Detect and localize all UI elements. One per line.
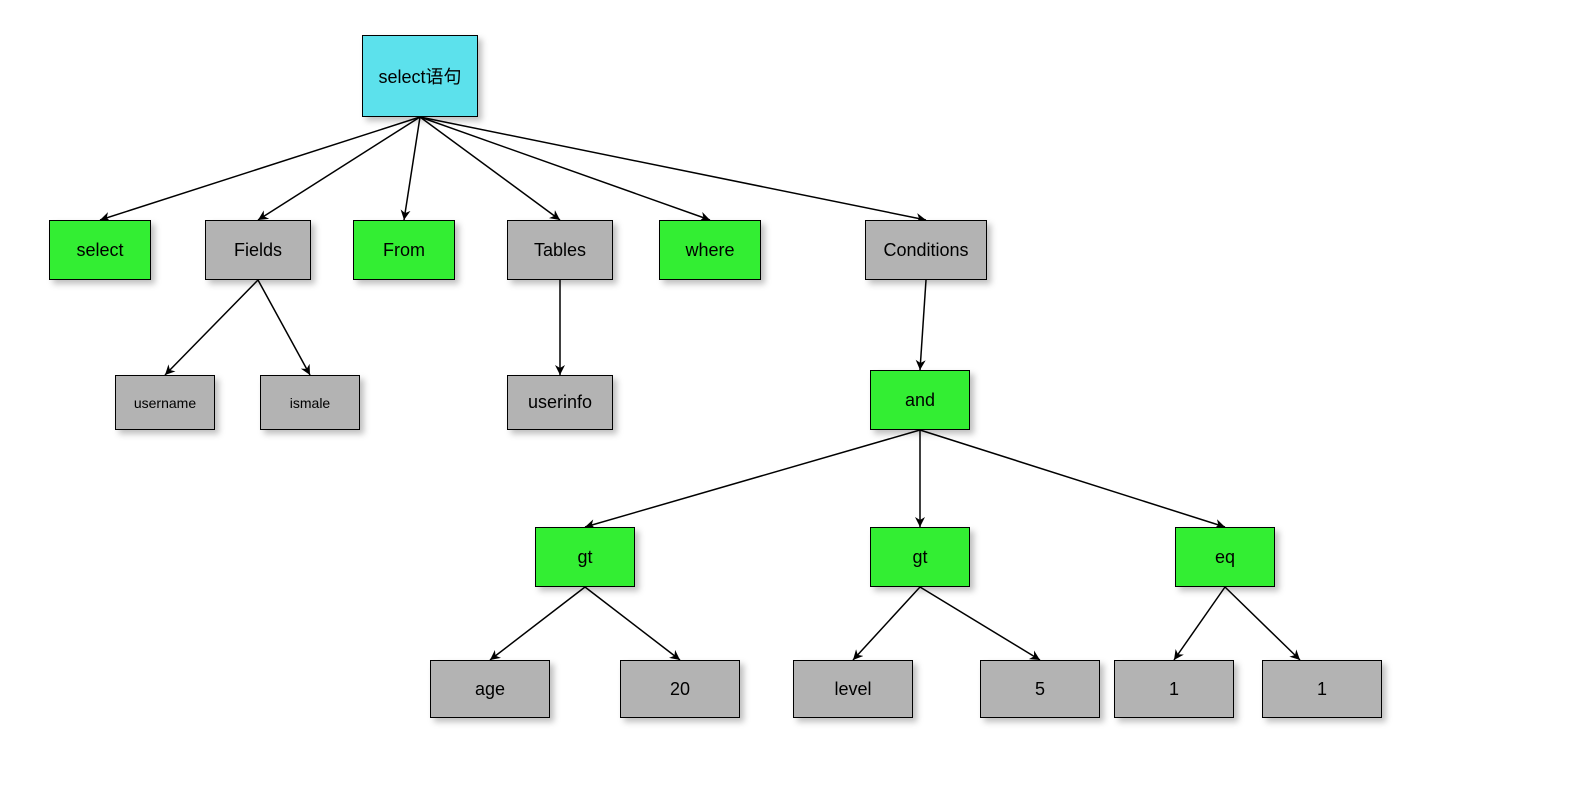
- node-tables: Tables: [507, 220, 613, 280]
- node-1b-label: 1: [1317, 679, 1327, 700]
- node-gt1-label: gt: [577, 547, 592, 568]
- node-eq: eq: [1175, 527, 1275, 587]
- node-1a: 1: [1114, 660, 1234, 718]
- node-root-label: select语句: [378, 63, 461, 89]
- node-where-label: where: [685, 240, 734, 261]
- node-1b: 1: [1262, 660, 1382, 718]
- node-1a-label: 1: [1169, 679, 1179, 700]
- node-5: 5: [980, 660, 1100, 718]
- node-userinfo-label: userinfo: [528, 392, 592, 413]
- node-ismale: ismale: [260, 375, 360, 430]
- node-username-label: username: [134, 395, 196, 411]
- node-and: and: [870, 370, 970, 430]
- node-eq-label: eq: [1215, 547, 1235, 568]
- node-from-label: From: [383, 240, 425, 261]
- node-conditions-label: Conditions: [883, 240, 968, 261]
- node-from: From: [353, 220, 455, 280]
- node-ismale-label: ismale: [290, 395, 330, 411]
- node-level: level: [793, 660, 913, 718]
- node-20-label: 20: [670, 679, 690, 700]
- node-gt1: gt: [535, 527, 635, 587]
- node-where: where: [659, 220, 761, 280]
- node-gt2: gt: [870, 527, 970, 587]
- node-gt2-label: gt: [912, 547, 927, 568]
- node-fields: Fields: [205, 220, 311, 280]
- node-fields-label: Fields: [234, 240, 282, 261]
- node-root: select语句: [362, 35, 478, 117]
- node-5-label: 5: [1035, 679, 1045, 700]
- node-20: 20: [620, 660, 740, 718]
- node-age-label: age: [475, 679, 505, 700]
- node-userinfo: userinfo: [507, 375, 613, 430]
- node-and-label: and: [905, 390, 935, 411]
- node-tables-label: Tables: [534, 240, 586, 261]
- node-conditions: Conditions: [865, 220, 987, 280]
- node-select: select: [49, 220, 151, 280]
- node-level-label: level: [834, 679, 871, 700]
- node-age: age: [430, 660, 550, 718]
- node-username: username: [115, 375, 215, 430]
- node-select-label: select: [76, 240, 123, 261]
